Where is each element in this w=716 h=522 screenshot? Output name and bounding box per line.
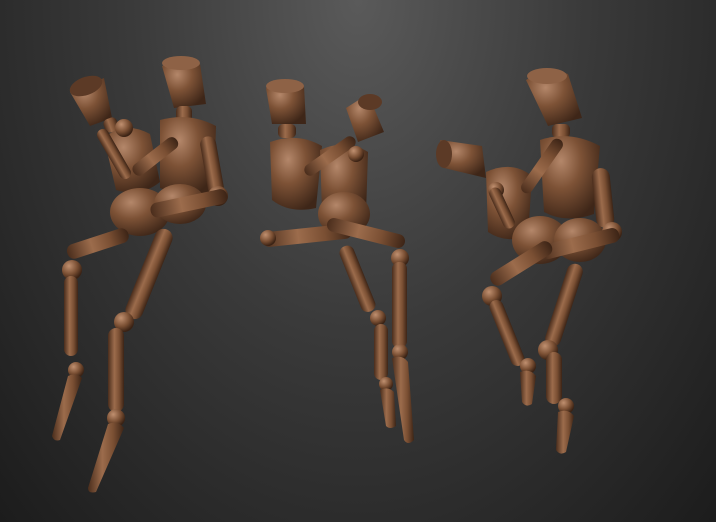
mannequin-pair-center: [260, 79, 414, 443]
3d-viewport[interactable]: [0, 0, 716, 522]
mannequin-pair-right: [436, 68, 622, 454]
mannequin-pair-left: [52, 56, 228, 493]
render-canvas: [52, 56, 622, 493]
